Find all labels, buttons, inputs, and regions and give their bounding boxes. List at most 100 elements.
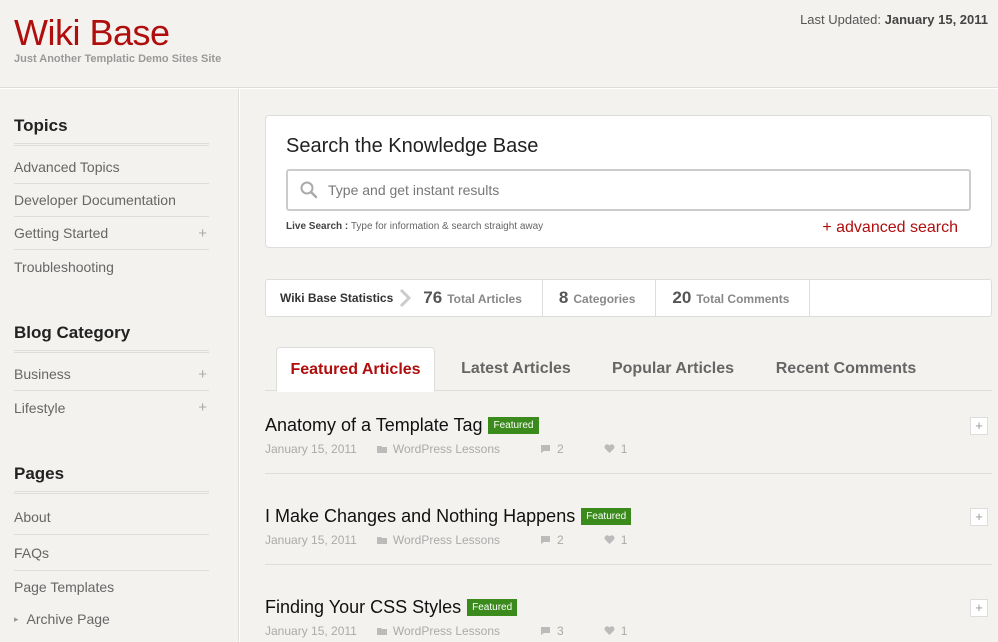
article-likes[interactable]: 1 bbox=[604, 624, 648, 638]
comment-bubble-icon bbox=[541, 536, 551, 544]
article-date: January 15, 2011 bbox=[265, 442, 357, 456]
header-divider bbox=[0, 87, 998, 89]
sidebar-item-label: Troubleshooting bbox=[14, 258, 114, 275]
article-likes[interactable]: 1 bbox=[604, 442, 648, 456]
article-meta: January 15, 2011 WordPress Lessons 3 1 bbox=[265, 624, 667, 638]
article-comments-count: 2 bbox=[557, 442, 564, 456]
article-title-link[interactable]: Finding Your CSS Styles bbox=[265, 597, 461, 617]
sidebar-item-label: Lifestyle bbox=[14, 399, 66, 416]
article-date: January 15, 2011 bbox=[265, 624, 357, 638]
sidebar-item-advanced-topics[interactable]: Advanced Topics bbox=[14, 151, 209, 184]
article-meta: January 15, 2011 WordPress Lessons 2 1 bbox=[265, 442, 667, 456]
blog-category-widget: Blog Category Business + Lifestyle + bbox=[14, 323, 209, 424]
site-tagline: Just Another Templatic Demo Sites Site bbox=[14, 53, 222, 65]
article-comments[interactable]: 3 bbox=[540, 624, 584, 638]
comment-bubble-icon bbox=[541, 445, 551, 453]
sidebar-item-page-templates[interactable]: Page Templates bbox=[14, 571, 209, 603]
article-likes-count: 1 bbox=[620, 533, 628, 547]
sidebar-item-label: Developer Documentation bbox=[14, 192, 176, 208]
article-tabs: Featured Articles Latest Articles Popula… bbox=[265, 347, 992, 392]
article-category-label: WordPress Lessons bbox=[392, 533, 501, 547]
sidebar-item-lifestyle[interactable]: Lifestyle + bbox=[14, 391, 209, 424]
article-comments[interactable]: 2 bbox=[540, 442, 584, 456]
last-updated-date: January 15, 2011 bbox=[884, 12, 988, 27]
sidebar-item-label: Page Templates bbox=[14, 579, 115, 595]
article-title-link[interactable]: I Make Changes and Nothing Happens bbox=[265, 506, 575, 526]
article-item: I Make Changes and Nothing Happens Featur… bbox=[265, 506, 992, 565]
sidebar-item-label: Advanced Topics bbox=[14, 159, 120, 175]
statistics-bar: Wiki Base Statistics 76 Total Articles 8… bbox=[265, 279, 992, 317]
article-category-label: WordPress Lessons bbox=[392, 624, 501, 638]
article-title-link[interactable]: Anatomy of a Template Tag bbox=[265, 415, 482, 435]
expand-article-button[interactable]: + bbox=[970, 508, 988, 526]
tab-featured-articles[interactable]: Featured Articles bbox=[276, 347, 435, 392]
pages-widget: Pages About FAQs Page Templates ▸ Archive… bbox=[14, 464, 209, 635]
stat-total-comments: 20 Total Comments bbox=[672, 279, 811, 317]
stat-categories-count: 8 bbox=[558, 288, 569, 307]
article-likes[interactable]: 1 bbox=[604, 533, 648, 547]
submenu-arrow-icon: ▸ bbox=[14, 613, 19, 624]
site-title[interactable]: Wiki Base bbox=[14, 12, 170, 54]
tab-recent-comments[interactable]: Recent Comments bbox=[765, 347, 927, 391]
sidebar-divider bbox=[238, 89, 240, 642]
tab-popular-articles[interactable]: Popular Articles bbox=[599, 347, 747, 391]
expand-article-button[interactable]: + bbox=[970, 417, 988, 435]
folder-icon bbox=[376, 628, 387, 635]
sidebar-item-troubleshooting[interactable]: Troubleshooting bbox=[14, 250, 209, 283]
article-category[interactable]: WordPress Lessons bbox=[376, 533, 520, 547]
article-title-row: Finding Your CSS Styles Featured bbox=[265, 597, 518, 618]
search-panel: Search the Knowledge Base Live Search : … bbox=[265, 115, 992, 248]
sidebar-item-developer-documentation[interactable]: Developer Documentation bbox=[14, 184, 209, 217]
folder-icon bbox=[376, 537, 387, 544]
sidebar-item-faqs[interactable]: FAQs bbox=[14, 535, 209, 571]
live-search-label: Live Search : bbox=[286, 221, 349, 232]
sidebar-item-label: Archive Page bbox=[26, 611, 110, 627]
live-search-note: Live Search : Type for information & sea… bbox=[286, 221, 543, 232]
article-comments[interactable]: 2 bbox=[540, 533, 584, 547]
article-meta: January 15, 2011 WordPress Lessons 2 1 bbox=[265, 533, 667, 547]
stat-categories: 8 Categories bbox=[559, 279, 657, 317]
stat-comments-label: Total Comments bbox=[696, 292, 790, 306]
expand-plus-icon[interactable]: + bbox=[198, 225, 207, 242]
advanced-search-link[interactable]: + advanced search bbox=[822, 219, 958, 237]
article-category[interactable]: WordPress Lessons bbox=[376, 442, 520, 456]
stat-articles-label: Total Articles bbox=[447, 292, 522, 306]
featured-badge: Featured bbox=[467, 599, 518, 616]
article-item: Finding Your CSS Styles Featured January … bbox=[265, 597, 992, 642]
live-search-text: Type for information & search straight a… bbox=[350, 221, 544, 232]
chevron-right-icon bbox=[400, 288, 412, 308]
pages-heading: Pages bbox=[14, 464, 209, 494]
article-comments-count: 2 bbox=[557, 533, 564, 547]
stat-articles-count: 76 bbox=[423, 288, 443, 307]
sidebar-item-label: Business bbox=[14, 366, 71, 382]
tab-latest-articles[interactable]: Latest Articles bbox=[451, 347, 581, 391]
stat-categories-label: Categories bbox=[573, 292, 636, 306]
statistics-label: Wiki Base Statistics bbox=[280, 291, 394, 305]
article-category[interactable]: WordPress Lessons bbox=[376, 624, 520, 638]
heart-icon bbox=[604, 626, 615, 635]
expand-plus-icon[interactable]: + bbox=[198, 399, 207, 416]
sidebar-item-business[interactable]: Business + bbox=[14, 358, 209, 391]
topics-widget: Topics Advanced Topics Developer Documen… bbox=[14, 116, 209, 283]
sidebar-item-label: FAQs bbox=[14, 544, 50, 561]
sidebar-item-getting-started[interactable]: Getting Started + bbox=[14, 217, 209, 250]
sidebar-item-about[interactable]: About bbox=[14, 499, 209, 535]
search-title: Search the Knowledge Base bbox=[286, 135, 539, 157]
search-field[interactable] bbox=[286, 169, 971, 211]
expand-plus-icon[interactable]: + bbox=[198, 366, 207, 383]
heart-icon bbox=[604, 535, 615, 544]
sidebar-item-archive-page[interactable]: ▸ Archive Page bbox=[14, 603, 209, 635]
featured-badge: Featured bbox=[581, 508, 632, 525]
magnifier-icon bbox=[300, 181, 318, 199]
expand-article-button[interactable]: + bbox=[970, 599, 988, 617]
sidebar-item-label: Getting Started bbox=[14, 225, 109, 241]
topics-heading: Topics bbox=[14, 116, 209, 146]
article-likes-count: 1 bbox=[620, 442, 628, 456]
search-input[interactable] bbox=[328, 182, 928, 198]
sidebar-item-label: About bbox=[14, 508, 51, 525]
article-likes-count: 1 bbox=[620, 624, 628, 638]
stat-comments-count: 20 bbox=[672, 288, 692, 307]
comment-bubble-icon bbox=[541, 627, 551, 635]
last-updated-label: Last Updated: bbox=[800, 12, 882, 27]
last-updated: Last Updated: January 15, 2011 bbox=[800, 12, 988, 27]
